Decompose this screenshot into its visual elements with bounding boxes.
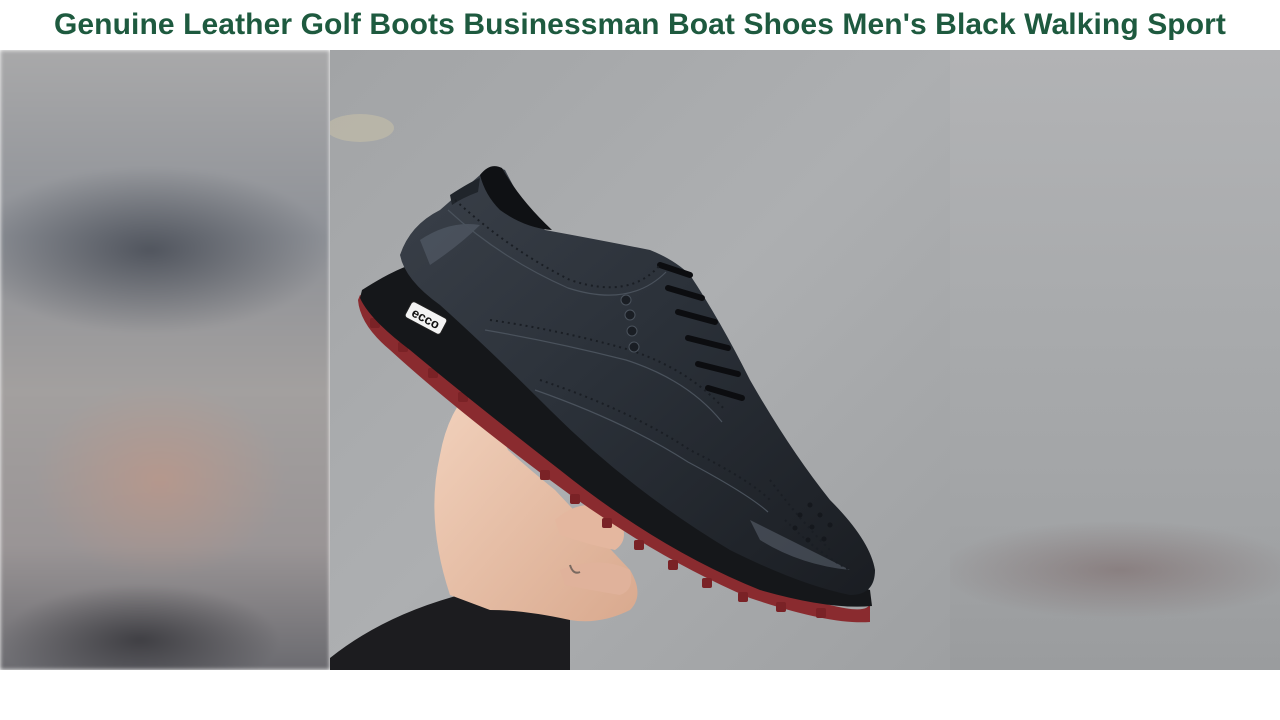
video-title: Genuine Leather Golf Boots Businessman B… xyxy=(53,8,1227,41)
bottom-strip xyxy=(0,670,1280,720)
video-frame[interactable]: ecco xyxy=(0,50,1280,670)
shoe-illustration: ecco xyxy=(330,50,950,670)
title-bar: Genuine Leather Golf Boots Businessman B… xyxy=(0,0,1280,50)
blurred-background-right xyxy=(950,50,1280,670)
blurred-background-left xyxy=(0,50,330,670)
product-photo: ecco xyxy=(330,50,950,670)
